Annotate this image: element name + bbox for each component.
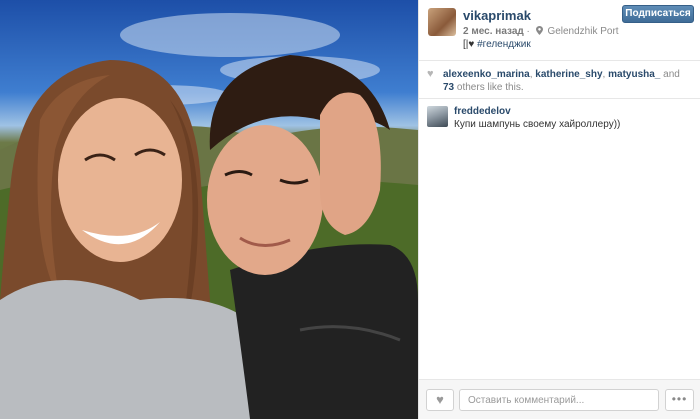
post-location[interactable]: Gelendzhik Port	[547, 26, 618, 37]
more-options-button[interactable]: •••	[665, 389, 694, 411]
post-details-panel: vikaprimak 2 мес. назад · Gelendzhik Por…	[418, 0, 700, 419]
like-user-3[interactable]: matyusha_	[608, 69, 660, 80]
post-meta: 2 мес. назад · Gelendzhik Port	[463, 26, 619, 37]
like-user-1[interactable]: alexeenko_marina	[443, 69, 530, 80]
post-caption: [|♥ #геленджик	[463, 39, 531, 50]
likes-and-text: and	[663, 69, 680, 80]
heart-icon: ♥	[436, 392, 444, 407]
comment-text: Купи шампунь своему хайроллеру))	[454, 119, 621, 130]
heart-icon: ♥	[427, 68, 434, 80]
photo-illustration	[0, 13, 418, 419]
caption-hashtag[interactable]: #геленджик	[477, 39, 531, 50]
location-pin-icon	[535, 26, 543, 35]
post-photo[interactable]	[0, 0, 418, 419]
commenter-avatar[interactable]	[427, 106, 448, 127]
meta-separator: ·	[526, 26, 533, 37]
caption-heart-icon: [|♥	[463, 39, 475, 50]
comment-username[interactable]: freddedelov	[454, 106, 511, 117]
likes-suffix: others like this.	[456, 82, 524, 93]
ellipsis-icon: •••	[671, 392, 688, 406]
post-username[interactable]: vikaprimak	[463, 8, 531, 23]
post-actions-footer: ♥ •••	[419, 379, 700, 419]
likes-count[interactable]: 73	[443, 82, 454, 93]
follow-button[interactable]: Подписаться	[622, 5, 694, 23]
like-user-2[interactable]: katherine_shy	[535, 69, 602, 80]
comment-input[interactable]	[459, 389, 659, 411]
post-time[interactable]: 2 мес. назад	[463, 26, 524, 37]
user-avatar[interactable]	[428, 8, 456, 36]
likes-summary: ♥ alexeenko_marina, katherine_shy, matyu…	[419, 60, 700, 99]
like-button[interactable]: ♥	[426, 389, 454, 411]
post-header: vikaprimak 2 мес. назад · Gelendzhik Por…	[419, 0, 700, 60]
